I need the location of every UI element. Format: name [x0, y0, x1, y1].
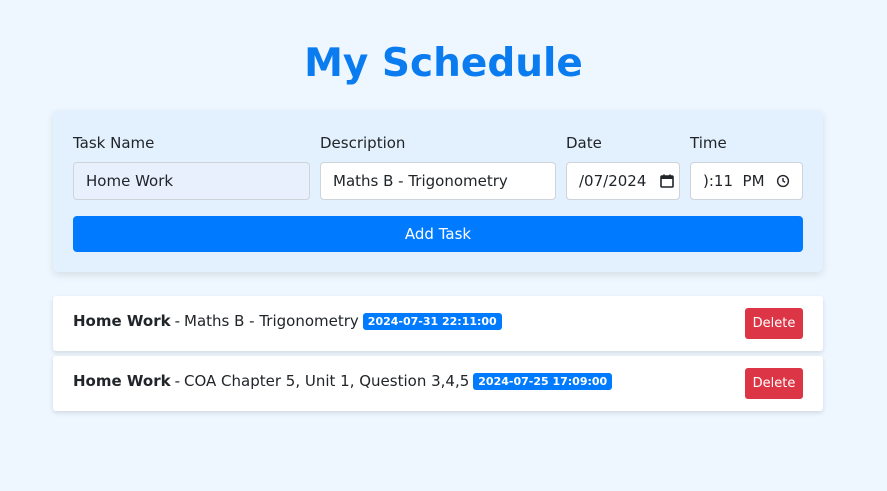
task-list: Home Work - Maths B - Trigonometry 2024-… — [53, 296, 823, 416]
task-name: Home Work — [73, 312, 171, 330]
add-task-button[interactable]: Add Task — [73, 216, 803, 252]
page-title: My Schedule — [304, 41, 583, 86]
description-value: Maths B - Trigonometry — [333, 172, 508, 190]
task-text: Home Work - Maths B - Trigonometry 2024-… — [73, 312, 502, 330]
time-label: Time — [690, 134, 727, 152]
description-label: Description — [320, 134, 406, 152]
task-description: Maths B - Trigonometry — [184, 312, 359, 330]
delete-button[interactable]: Delete — [745, 368, 803, 399]
task-form: Task Name Home Work Description Maths B … — [53, 110, 823, 272]
delete-button[interactable]: Delete — [745, 308, 803, 339]
task-name-label: Task Name — [73, 134, 155, 152]
description-input[interactable]: Maths B - Trigonometry — [320, 162, 556, 200]
date-label: Date — [566, 134, 602, 152]
task-name-value: Home Work — [86, 172, 174, 190]
task-text: Home Work - COA Chapter 5, Unit 1, Quest… — [73, 372, 613, 390]
time-input[interactable]: ):11 PM — [690, 162, 803, 200]
task-name: Home Work — [73, 372, 171, 390]
task-description: COA Chapter 5, Unit 1, Question 3,4,5 — [184, 372, 470, 390]
clock-icon[interactable] — [776, 174, 790, 188]
time-value: ):11 PM — [703, 172, 765, 190]
date-input[interactable]: /07/2024 — [566, 162, 680, 200]
task-item: Home Work - COA Chapter 5, Unit 1, Quest… — [53, 356, 823, 411]
date-value: /07/2024 — [579, 172, 647, 190]
task-item: Home Work - Maths B - Trigonometry 2024-… — [53, 296, 823, 351]
task-name-input[interactable]: Home Work — [73, 162, 310, 200]
task-separator: - — [174, 312, 180, 330]
task-datetime-badge: 2024-07-31 22:11:00 — [362, 312, 502, 330]
task-separator: - — [174, 372, 180, 390]
calendar-icon[interactable] — [659, 173, 675, 189]
task-datetime-badge: 2024-07-25 17:09:00 — [473, 372, 613, 390]
